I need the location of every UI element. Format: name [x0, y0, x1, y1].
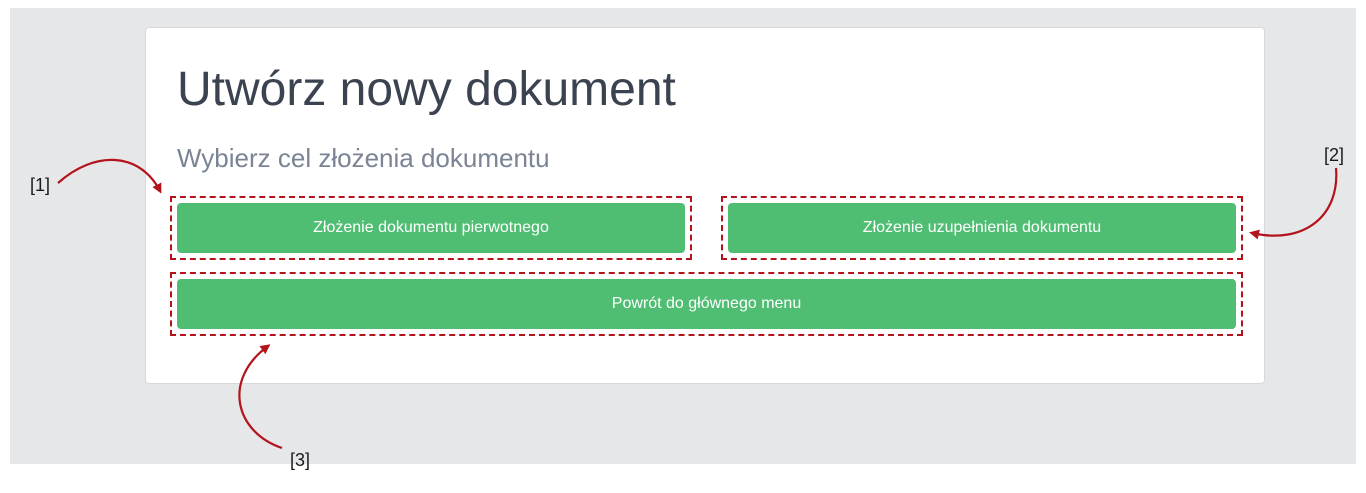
callout-label-3: [3] [290, 450, 311, 470]
callout-label-1: [1] [30, 175, 51, 195]
page-subtitle: Wybierz cel złożenia dokumentu [177, 143, 550, 173]
callout-box-3 [170, 272, 1243, 336]
callout-label-2: [2] [1324, 145, 1345, 165]
callout-box-1 [170, 196, 692, 260]
page-title: Utwórz nowy dokument [177, 63, 676, 116]
callout-box-2 [721, 196, 1243, 260]
